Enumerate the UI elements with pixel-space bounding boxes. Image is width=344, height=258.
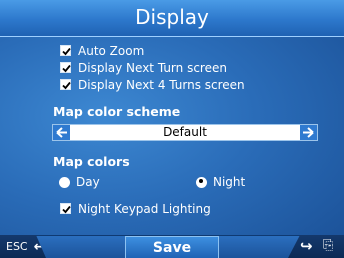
night-label: Night [213,175,246,189]
map-color-scheme-value: Default [163,125,207,139]
day-radio[interactable] [59,176,70,188]
save-button[interactable]: Save [125,236,219,258]
esc-label: ESC [6,240,28,253]
title-bar: Display [0,0,344,37]
map-color-scheme-heading: Map color scheme [53,104,181,119]
checkmark-icon [62,205,71,214]
next-4-turns-checkbox-row[interactable]: Display Next 4 Turns screen [60,77,245,92]
checkmark-icon [62,81,71,90]
day-radio-option[interactable]: Day [59,175,100,189]
night-radio[interactable] [196,176,207,188]
night-keypad-checkbox-row[interactable]: Night Keypad Lighting [60,201,211,216]
night-radio-option[interactable]: Night [196,175,245,189]
map-colors-heading: Map colors [53,154,130,169]
checkmark-icon [62,64,71,73]
auto-zoom-checkbox[interactable] [60,45,71,56]
next-turn-checkbox-row[interactable]: Display Next Turn screen [60,60,227,75]
right-arrow-icon[interactable] [300,125,317,140]
day-label: Day [76,175,100,189]
auto-zoom-label: Auto Zoom [78,43,145,58]
next-arrow-icon[interactable]: ↪ [300,237,313,255]
night-keypad-label: Night Keypad Lighting [78,201,211,216]
checkmark-icon [62,47,71,56]
keyboard-icon[interactable]: ⎘ [323,238,333,253]
next-turn-checkbox[interactable] [60,62,71,73]
auto-zoom-checkbox-row[interactable]: Auto Zoom [60,43,144,58]
display-settings-screen: Display Auto Zoom Display Next Turn scre… [0,0,344,258]
next-4-turns-label: Display Next 4 Turns screen [78,77,245,92]
map-color-scheme-selector[interactable]: Default [52,124,318,141]
left-arrow-icon[interactable] [53,125,70,140]
page-title: Display [135,5,209,29]
next-turn-label: Display Next Turn screen [78,60,227,75]
night-keypad-checkbox[interactable] [60,203,71,214]
next-4-turns-checkbox[interactable] [60,79,71,90]
